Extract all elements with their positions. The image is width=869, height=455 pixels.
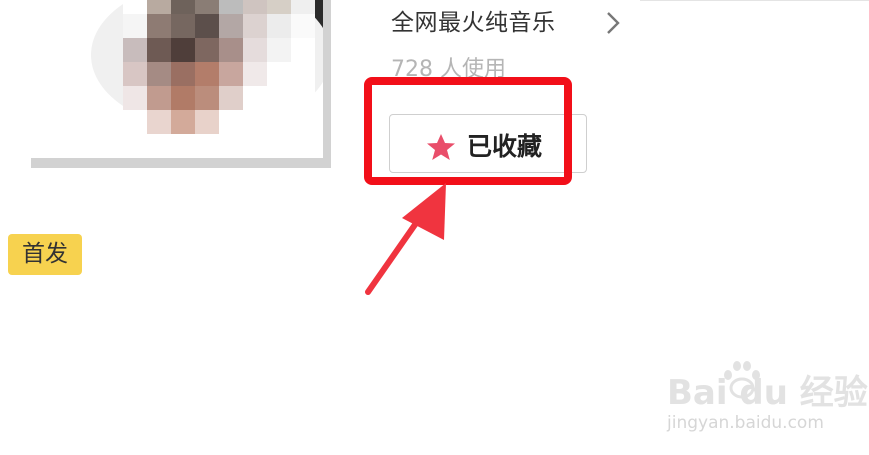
annotation-arrow (365, 183, 446, 295)
pixelated-photo (123, 0, 315, 134)
music-cover-image[interactable] (31, 0, 331, 168)
baidu-watermark-url: jingyan.baidu.com (667, 413, 824, 433)
music-title[interactable]: 全网最火纯音乐 (391, 3, 556, 37)
baidu-watermark-logo: Bai du 经验 (667, 373, 868, 413)
divider-line (640, 0, 869, 1)
annotation-highlight-box (364, 77, 572, 185)
first-release-tag: 首发 (8, 234, 82, 275)
usage-count: 728 人使用 (391, 57, 506, 79)
chevron-right-icon[interactable] (605, 10, 621, 36)
